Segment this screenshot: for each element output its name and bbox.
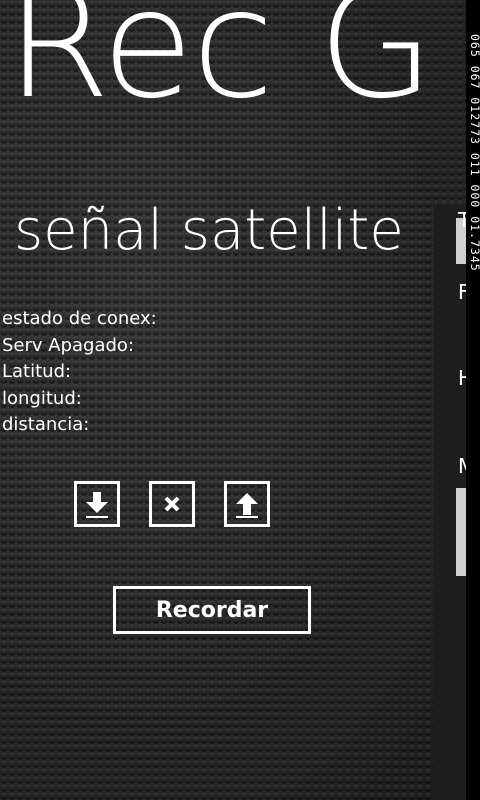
distance-label: distancia:: [2, 414, 90, 435]
download-button[interactable]: [74, 481, 120, 527]
service-status-label: Serv Apagado:: [2, 334, 135, 356]
longitude-label: longitud:: [2, 387, 82, 409]
download-arrow-icon: [86, 492, 108, 518]
latitude-label: Latitud:: [2, 361, 72, 382]
debug-counter: 065 067 012773 011 000 01.7345: [468, 34, 480, 272]
upload-arrow-icon: [236, 493, 258, 518]
delete-button[interactable]: [149, 481, 195, 527]
close-x-icon: [164, 496, 180, 512]
info-list: estado de conex: Serv Apagado: Latitud: …: [2, 306, 157, 439]
record-button[interactable]: Recordar: [113, 586, 311, 634]
upload-button[interactable]: [224, 481, 270, 527]
page-title: señal satellite: [14, 198, 404, 263]
app-title: Rec G: [6, 0, 434, 132]
connection-status-label: estado de conex:: [2, 308, 157, 329]
